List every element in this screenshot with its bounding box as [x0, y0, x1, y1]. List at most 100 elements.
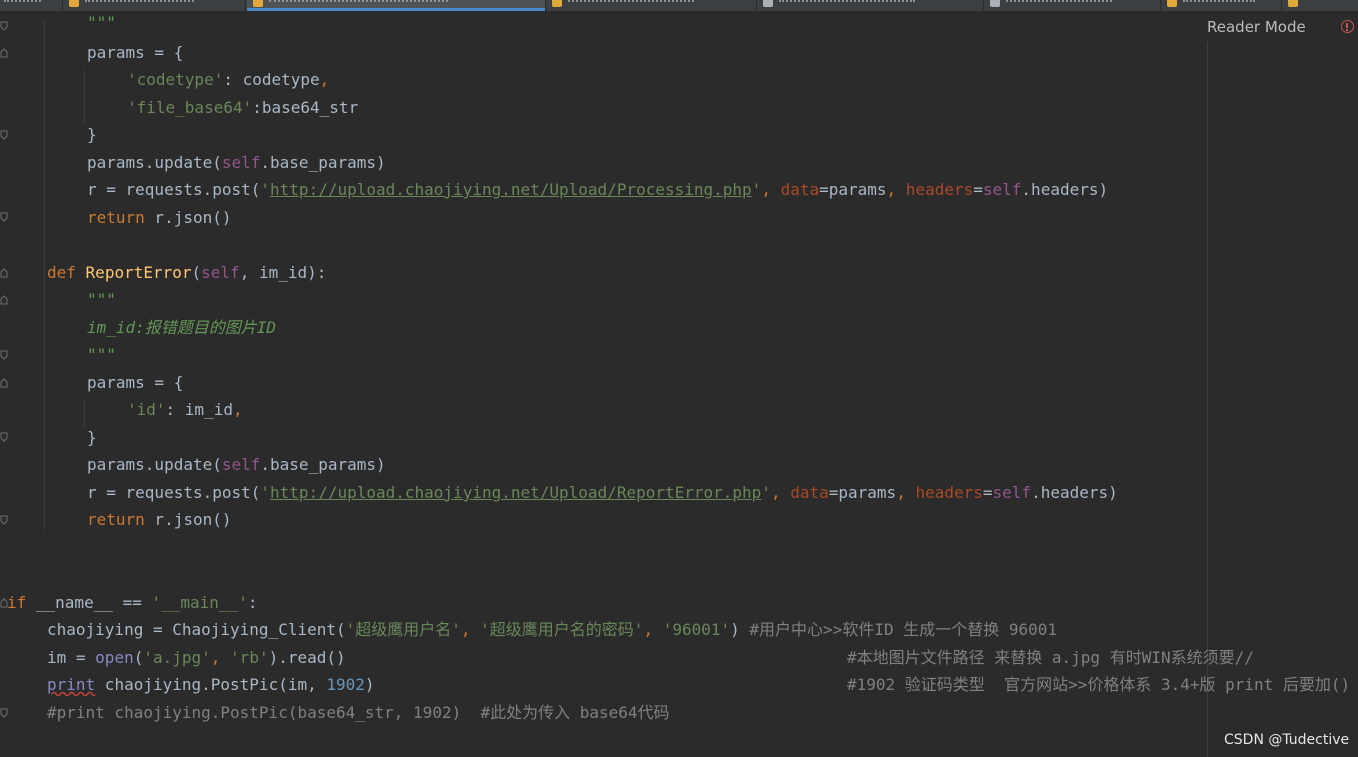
url-link[interactable]: http://upload.chaojiying.net/Upload/Repo… — [270, 483, 761, 502]
fold-end-icon[interactable] — [0, 21, 8, 31]
code-token: .base_params) — [260, 455, 386, 474]
code-token: , — [886, 180, 906, 199]
fold-start-icon[interactable] — [0, 295, 8, 305]
code-token: chaojiying.PostPic(im, — [95, 675, 327, 694]
code-line[interactable]: """ — [87, 9, 116, 36]
code-line[interactable]: 'id': im_id, — [127, 396, 243, 423]
editor-tab[interactable] — [757, 0, 984, 11]
string-quote: ' — [761, 483, 771, 502]
editor-tab[interactable] — [984, 0, 1161, 11]
code-token: } — [87, 428, 97, 447]
self-keyword: self — [992, 483, 1032, 502]
code-line[interactable]: 'codetype': codetype, — [127, 66, 329, 93]
docstring: """ — [87, 13, 116, 32]
code-token: : im_id — [165, 400, 233, 419]
fold-end-icon[interactable] — [0, 515, 8, 525]
code-token: , — [896, 483, 916, 502]
code-token: params.update( — [87, 455, 222, 474]
code-token: ).read() — [268, 648, 346, 667]
fold-end-icon[interactable] — [0, 212, 8, 222]
code-line[interactable]: r = requests.post('http://upload.chaojiy… — [87, 479, 1118, 506]
python-file-icon — [552, 0, 562, 7]
indent-guide — [84, 400, 85, 428]
keyword-argument: data — [780, 180, 820, 199]
code-token: params = { — [87, 373, 184, 392]
code-token: , — [210, 648, 231, 667]
fold-start-icon[interactable] — [0, 268, 8, 278]
code-comment: #本地图片文件路径 来替换 a.jpg 有时WIN系统须要// — [847, 644, 1254, 671]
code-line[interactable]: #print chaojiying.PostPic(base64_str, 19… — [47, 699, 670, 726]
fold-start-icon[interactable] — [0, 378, 8, 388]
active-tab-indicator — [247, 8, 545, 11]
code-line[interactable]: im_id:报错题目的图片ID — [87, 314, 276, 341]
code-token: =params — [828, 483, 897, 502]
editor-tab[interactable] — [1282, 0, 1358, 11]
code-token: , — [643, 620, 663, 639]
image-file-icon — [990, 0, 1000, 7]
code-line[interactable]: } — [87, 424, 97, 451]
code-line[interactable]: } — [87, 121, 97, 148]
keyword-argument: data — [790, 483, 829, 502]
fold-start-icon[interactable] — [0, 48, 8, 58]
code-token: :base64_str — [252, 98, 359, 117]
code-token: ( — [133, 648, 144, 667]
code-token: : codetype — [223, 70, 320, 89]
comment: #1902 验证码类型 官方网站>>价格体系 3.4+版 print 后要加() — [847, 675, 1351, 694]
image-file-icon — [763, 0, 773, 7]
fold-end-icon[interactable] — [0, 708, 8, 718]
code-token: params.update( — [87, 153, 222, 172]
keyword: return — [87, 510, 145, 529]
code-token: ) — [364, 675, 375, 694]
fold-end-icon[interactable] — [0, 350, 8, 360]
warning-icon[interactable] — [1341, 20, 1354, 33]
keyword: def — [47, 263, 76, 282]
fold-end-icon[interactable] — [0, 130, 8, 140]
editor-tab[interactable] — [0, 0, 63, 11]
editor-tab[interactable] — [546, 0, 757, 11]
code-token: , — [770, 483, 791, 502]
code-line[interactable]: params = { — [87, 369, 183, 396]
python-file-icon — [69, 0, 79, 7]
url-link[interactable]: http://upload.chaojiying.net/Upload/Proc… — [270, 180, 752, 199]
editor-tab[interactable] — [1161, 0, 1282, 11]
python-file-icon — [253, 0, 263, 7]
code-line[interactable]: return r.json() — [87, 506, 232, 533]
code-line[interactable]: return r.json() — [87, 204, 232, 231]
code-line[interactable]: params = { — [87, 39, 183, 66]
code-token: params = { — [87, 43, 184, 62]
function-name: ReportError — [85, 263, 192, 282]
code-line[interactable]: r = requests.post('http://upload.chaojiy… — [87, 176, 1108, 203]
keyword: if — [7, 593, 27, 612]
number-literal: 1902 — [326, 675, 365, 694]
docstring: im_id:报错题目的图片ID — [87, 318, 277, 337]
code-line[interactable]: if __name__ == '__main__': — [7, 589, 257, 616]
code-line[interactable]: def ReportError(self, im_id): — [47, 259, 326, 286]
fold-end-icon[interactable] — [0, 432, 8, 442]
indent-guide — [84, 70, 85, 125]
self-keyword: self — [221, 455, 261, 474]
code-token: ) — [730, 620, 750, 639]
code-token: r.json() — [144, 510, 232, 529]
code-line[interactable]: params.update(self.base_params) — [87, 451, 386, 478]
string-literal: '96001' — [662, 620, 731, 639]
builtin-function: open — [95, 648, 134, 667]
code-token: , — [232, 400, 243, 419]
code-line[interactable]: """ — [87, 286, 116, 313]
code-line[interactable]: im = open('a.jpg', 'rb').read() — [47, 644, 346, 671]
string-literal: '超级鹰用户名的密码' — [480, 620, 644, 639]
self-keyword: self — [221, 153, 261, 172]
code-line[interactable]: """ — [87, 341, 116, 368]
code-token: : — [247, 593, 258, 612]
code-line[interactable]: chaojiying = Chaojiying_Client('超级鹰用户名',… — [47, 616, 1057, 643]
code-line[interactable]: params.update(self.base_params) — [87, 149, 386, 176]
editor-gutter — [0, 11, 20, 757]
code-token: , — [761, 180, 781, 199]
string-quote: ' — [260, 180, 271, 199]
code-line[interactable]: print chaojiying.PostPic(im, 1902) — [47, 671, 375, 698]
code-line[interactable]: 'file_base64':base64_str — [127, 94, 358, 121]
python-file-icon — [1167, 0, 1177, 7]
keyword-argument: headers — [905, 180, 974, 199]
watermark: CSDN @Tudective — [1224, 732, 1350, 748]
reader-mode-toggle[interactable]: Reader Mode — [1207, 18, 1306, 36]
python-file-icon — [1288, 0, 1298, 7]
